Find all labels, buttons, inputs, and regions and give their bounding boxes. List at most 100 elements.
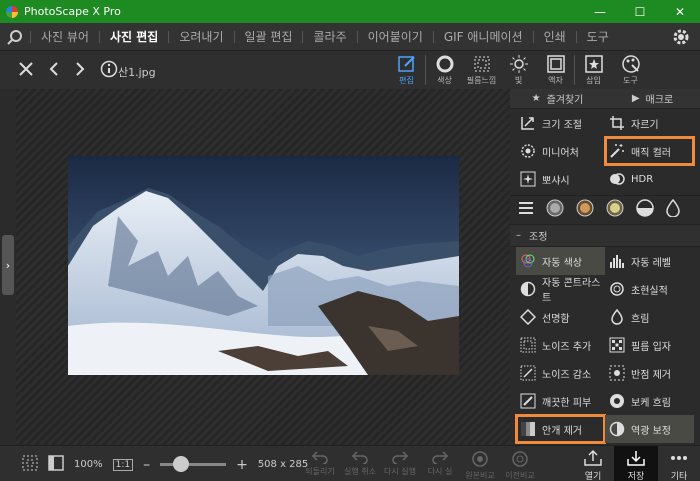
play-icon: ▶ xyxy=(631,93,640,104)
menu-combine[interactable]: 이어붙이기 xyxy=(358,28,433,45)
tool-auto-color[interactable]: 자동 색상 xyxy=(516,247,605,275)
edit-icon xyxy=(397,56,415,72)
menu-cut-out[interactable]: 오려내기 xyxy=(169,28,233,45)
tool-auto-level[interactable]: 자동 레벨 xyxy=(605,247,694,275)
drop-icon[interactable] xyxy=(666,198,680,221)
tab-tools[interactable]: 도구 xyxy=(612,51,649,89)
auto-level-icon xyxy=(609,253,625,269)
tab-light[interactable]: 빛 xyxy=(500,51,537,89)
undo-icon xyxy=(351,451,368,464)
close-icon[interactable] xyxy=(18,61,34,81)
info-icon[interactable] xyxy=(100,60,118,82)
tool-add-noise[interactable]: 노이즈 추가 xyxy=(516,331,605,359)
title-bar: PhotoScape X Pro — ☐ ✕ xyxy=(0,0,700,23)
menu-photo-viewer[interactable]: 사진 뷰어 xyxy=(31,28,99,45)
prev-icon[interactable] xyxy=(48,61,60,81)
magic-wand-icon xyxy=(609,143,625,159)
preset-row xyxy=(510,195,700,225)
collapse-icon: – xyxy=(516,230,521,241)
tab-film[interactable]: 필름느낌 xyxy=(463,51,500,89)
gear-icon[interactable] xyxy=(672,28,690,50)
edit-toolbar: 산1.jpg 편집 색상 필름느낌 빛 액자 삽입 도구 xyxy=(0,51,700,89)
bokeh-icon xyxy=(609,393,625,409)
preset-gray-icon[interactable] xyxy=(546,199,564,221)
redo-icon xyxy=(392,451,409,464)
zoom-in-button[interactable]: + xyxy=(236,457,248,473)
tool-sharpen[interactable]: 선명함 xyxy=(516,303,605,331)
tool-clean-skin[interactable]: 깨끗한 피부 xyxy=(516,387,605,415)
resize-icon xyxy=(520,115,536,131)
star-icon: ★ xyxy=(531,93,541,104)
search-icon[interactable] xyxy=(0,23,30,51)
expand-left-panel-button[interactable]: › xyxy=(2,235,14,295)
grid-icon[interactable] xyxy=(22,455,38,474)
insert-icon xyxy=(584,55,603,73)
undo-all-button[interactable]: 되돌리기 xyxy=(300,446,340,481)
menu-print[interactable]: 인쇄 xyxy=(534,28,576,45)
preset-warm-icon[interactable] xyxy=(576,199,594,221)
frame-icon xyxy=(546,55,565,73)
tool-reduce-noise[interactable]: 노이즈 감소 xyxy=(516,359,605,387)
tab-color[interactable]: 색상 xyxy=(426,51,463,89)
save-button[interactable]: 저장 xyxy=(614,446,658,481)
compare-view-icon[interactable] xyxy=(48,455,64,474)
tool-dehaze[interactable]: 안개 제거 xyxy=(515,414,606,444)
close-button[interactable]: ✕ xyxy=(660,0,700,23)
zoom-value: 100% xyxy=(74,459,103,470)
zoom-slider[interactable] xyxy=(160,456,227,472)
tab-edit[interactable]: 편집 xyxy=(388,51,425,89)
zoom-slider-thumb[interactable] xyxy=(173,456,190,472)
minimize-button[interactable]: — xyxy=(580,0,620,23)
redo-all-icon xyxy=(432,451,449,464)
tab-frame[interactable]: 액자 xyxy=(537,51,574,89)
list-icon[interactable] xyxy=(518,200,534,220)
tool-sparkle[interactable]: 뽀샤시 xyxy=(516,165,605,193)
redo-all-button[interactable]: 다시 실 xyxy=(420,446,460,481)
tool-backlight[interactable]: 역광 보정 xyxy=(605,415,694,443)
dehaze-icon xyxy=(520,421,536,437)
favorites-tab[interactable]: ★ 즐겨찾기 xyxy=(510,89,605,108)
zoom-out-button[interactable]: – xyxy=(143,457,150,473)
redo-button[interactable]: 다시 실행 xyxy=(380,446,420,481)
save-icon xyxy=(627,451,645,466)
menu-gif[interactable]: GIF 애니메이션 xyxy=(434,28,533,45)
tool-film-grain[interactable]: 필름 입자 xyxy=(605,331,694,359)
tool-hdr[interactable]: HDR xyxy=(605,165,694,193)
tool-auto-contrast[interactable]: 자동 콘트라스트 xyxy=(516,275,605,304)
tool-surreal[interactable]: 초현실적 xyxy=(605,275,694,303)
tool-bokeh[interactable]: 보케 흐림 xyxy=(605,387,694,415)
more-button[interactable]: 기타 xyxy=(658,446,700,481)
preset-yellow-icon[interactable] xyxy=(606,199,624,221)
color-icon xyxy=(436,55,453,73)
clean-skin-icon xyxy=(520,393,536,409)
preset-half-icon[interactable] xyxy=(636,199,654,221)
right-tool-panel: ★ 즐겨찾기 ▶ 매크로 크기 조절 자르기 미니어처 매직 컬러 뽀샤시 HD… xyxy=(510,89,700,445)
film-icon xyxy=(474,56,489,72)
macro-tab[interactable]: ▶ 매크로 xyxy=(605,89,700,108)
menu-photo-editor[interactable]: 사진 편집 xyxy=(100,28,168,45)
menu-tools[interactable]: 도구 xyxy=(577,28,619,45)
undo-button[interactable]: 실행 취소 xyxy=(340,446,380,481)
tool-magic-color[interactable]: 매직 컬러 xyxy=(604,136,695,166)
open-button[interactable]: 열기 xyxy=(572,446,614,481)
menu-collage[interactable]: 콜라주 xyxy=(303,28,356,45)
compare-previous-button[interactable]: 이전비교 xyxy=(500,446,540,481)
compare-original-button[interactable]: 원본비교 xyxy=(460,446,500,481)
tool-crop[interactable]: 자르기 xyxy=(605,109,694,137)
auto-color-icon xyxy=(520,253,536,269)
file-name: 산1.jpg xyxy=(118,66,156,79)
tool-miniature[interactable]: 미니어처 xyxy=(516,137,605,165)
adjust-section-header[interactable]: – 조정 xyxy=(510,225,700,247)
compare-original-icon xyxy=(472,451,488,467)
tool-spot-remove[interactable]: 반점 제거 xyxy=(605,359,694,387)
more-icon xyxy=(671,456,687,460)
tool-resize[interactable]: 크기 조절 xyxy=(516,109,605,137)
menu-batch[interactable]: 일괄 편집 xyxy=(235,28,303,45)
tool-blur[interactable]: 흐림 xyxy=(605,303,694,331)
maximize-button[interactable]: ☐ xyxy=(620,0,660,23)
actual-size-button[interactable]: 1:1 xyxy=(112,458,134,471)
next-icon[interactable] xyxy=(74,61,86,81)
tab-insert[interactable]: 삽입 xyxy=(575,51,612,89)
sparkle-icon xyxy=(520,171,536,187)
hdr-icon xyxy=(609,171,625,187)
